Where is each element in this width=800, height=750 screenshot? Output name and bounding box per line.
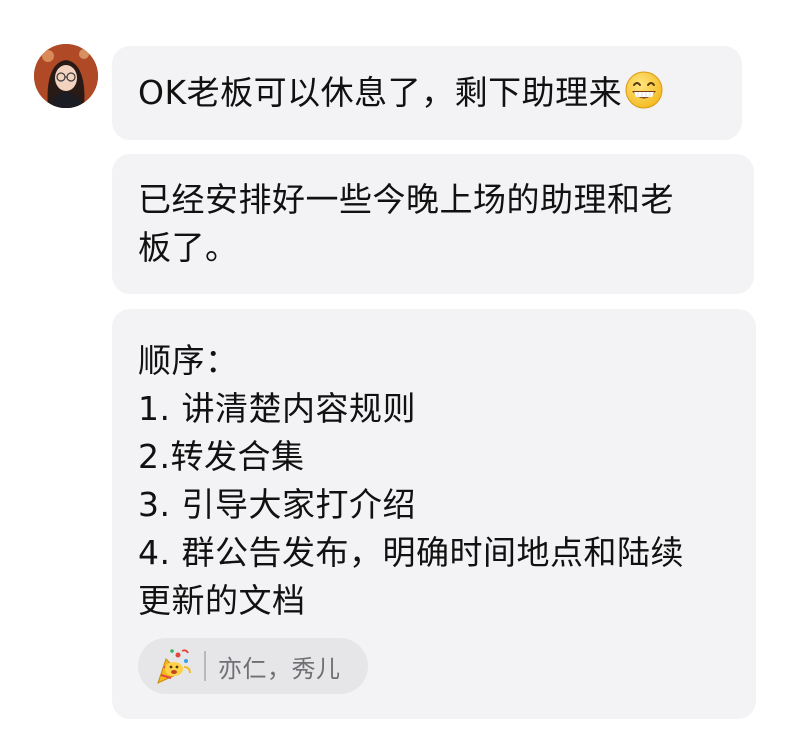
message-bubble[interactable]: OK老板可以休息了，剩下助理来 [112,46,742,140]
message-text-line: 更新的文档 [138,581,306,620]
reaction-names: 亦仁，秀儿 [218,654,341,683]
message-text-line: 顺序： [138,341,239,380]
sender-avatar[interactable] [34,44,98,108]
message-text-line: 4. 群公告发布，明确时间地点和陆续 [138,533,684,572]
avatar-photo [34,44,98,108]
message-text-line: 3. 引导大家打介绍 [138,485,416,524]
party-popper-icon [152,645,194,687]
message-text: OK老板可以休息了，剩下助理来 [138,69,716,117]
reaction-divider [204,651,206,681]
message-text-line: 1. 讲清楚内容规则 [138,389,416,428]
message-text-line: 已经安排好一些今晚上场的助理和老 [138,180,674,219]
reaction-pill[interactable]: 亦仁，秀儿 [138,638,368,694]
message-text-line: 2.转发合集 [138,437,305,476]
grinning-face-icon [624,70,664,110]
message-bubble[interactable]: 已经安排好一些今晚上场的助理和老 板了。 [112,154,754,294]
message-text-line: 板了。 [138,228,239,267]
